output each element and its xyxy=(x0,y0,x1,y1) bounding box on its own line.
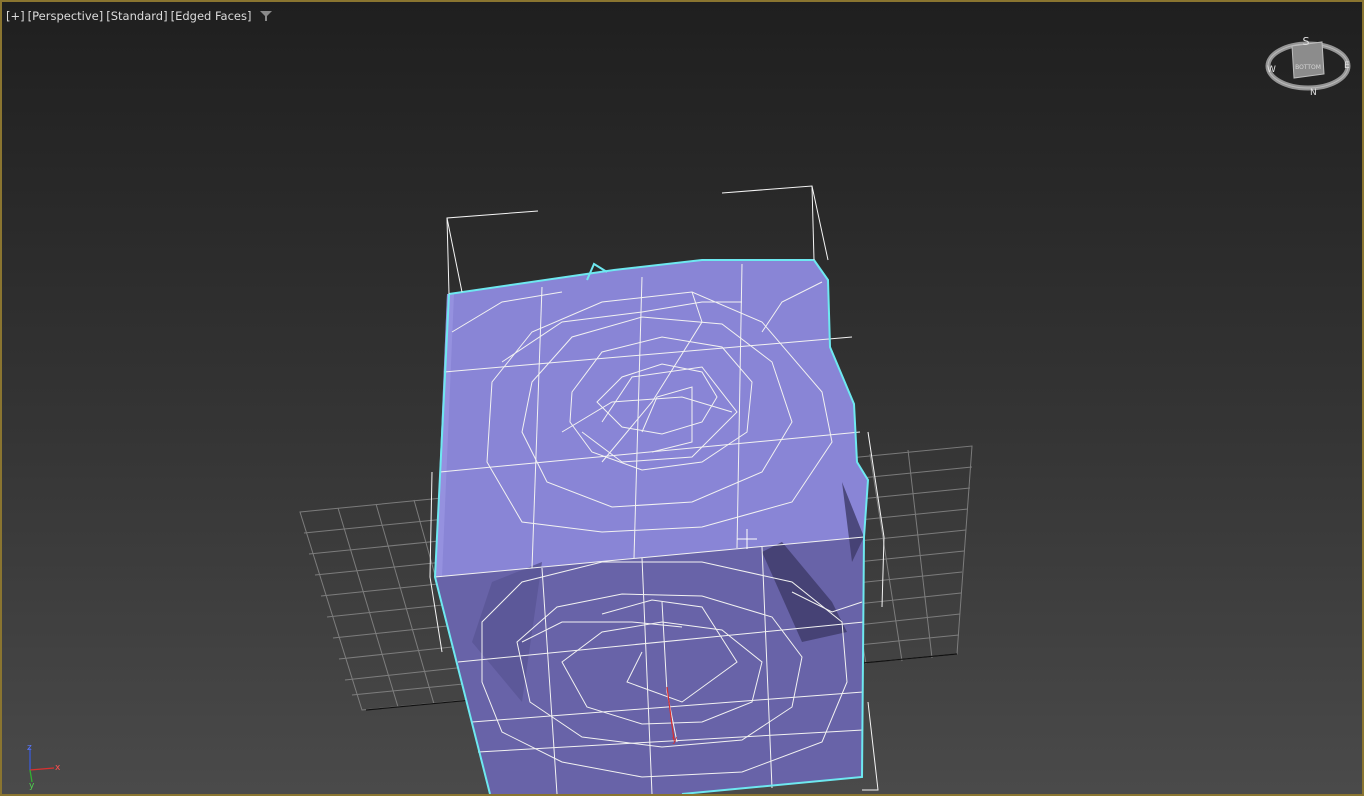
viewcube-face-label: BOTTOM xyxy=(1295,64,1321,71)
axis-x-label: x xyxy=(55,763,61,773)
viewcube[interactable]: S W E N BOTTOM xyxy=(1262,30,1354,100)
viewport-display-mode-menu[interactable]: Edged Faces xyxy=(171,9,252,23)
axis-z-label: z xyxy=(27,743,32,753)
compass-n-label: N xyxy=(1310,88,1317,98)
viewport-shading-preset-menu[interactable]: Standard xyxy=(106,9,167,23)
axis-tripod: z x y xyxy=(27,743,61,790)
viewport-pov-menu[interactable]: Perspective xyxy=(28,9,104,23)
viewport-general-menu[interactable]: + xyxy=(6,9,25,23)
perspective-viewport[interactable]: y + Perspective Standard Edged Faces S W… xyxy=(0,0,1364,796)
compass-e-label: E xyxy=(1344,61,1350,71)
axis-y-label: y xyxy=(29,781,35,790)
viewport-label-menu: + Perspective Standard Edged Faces xyxy=(6,9,273,23)
compass-w-label: W xyxy=(1267,65,1276,75)
scene-canvas[interactable]: y xyxy=(2,2,1362,794)
compass-s-label: S xyxy=(1303,35,1310,48)
svg-text:y: y xyxy=(672,735,678,745)
filter-icon[interactable] xyxy=(260,10,273,22)
